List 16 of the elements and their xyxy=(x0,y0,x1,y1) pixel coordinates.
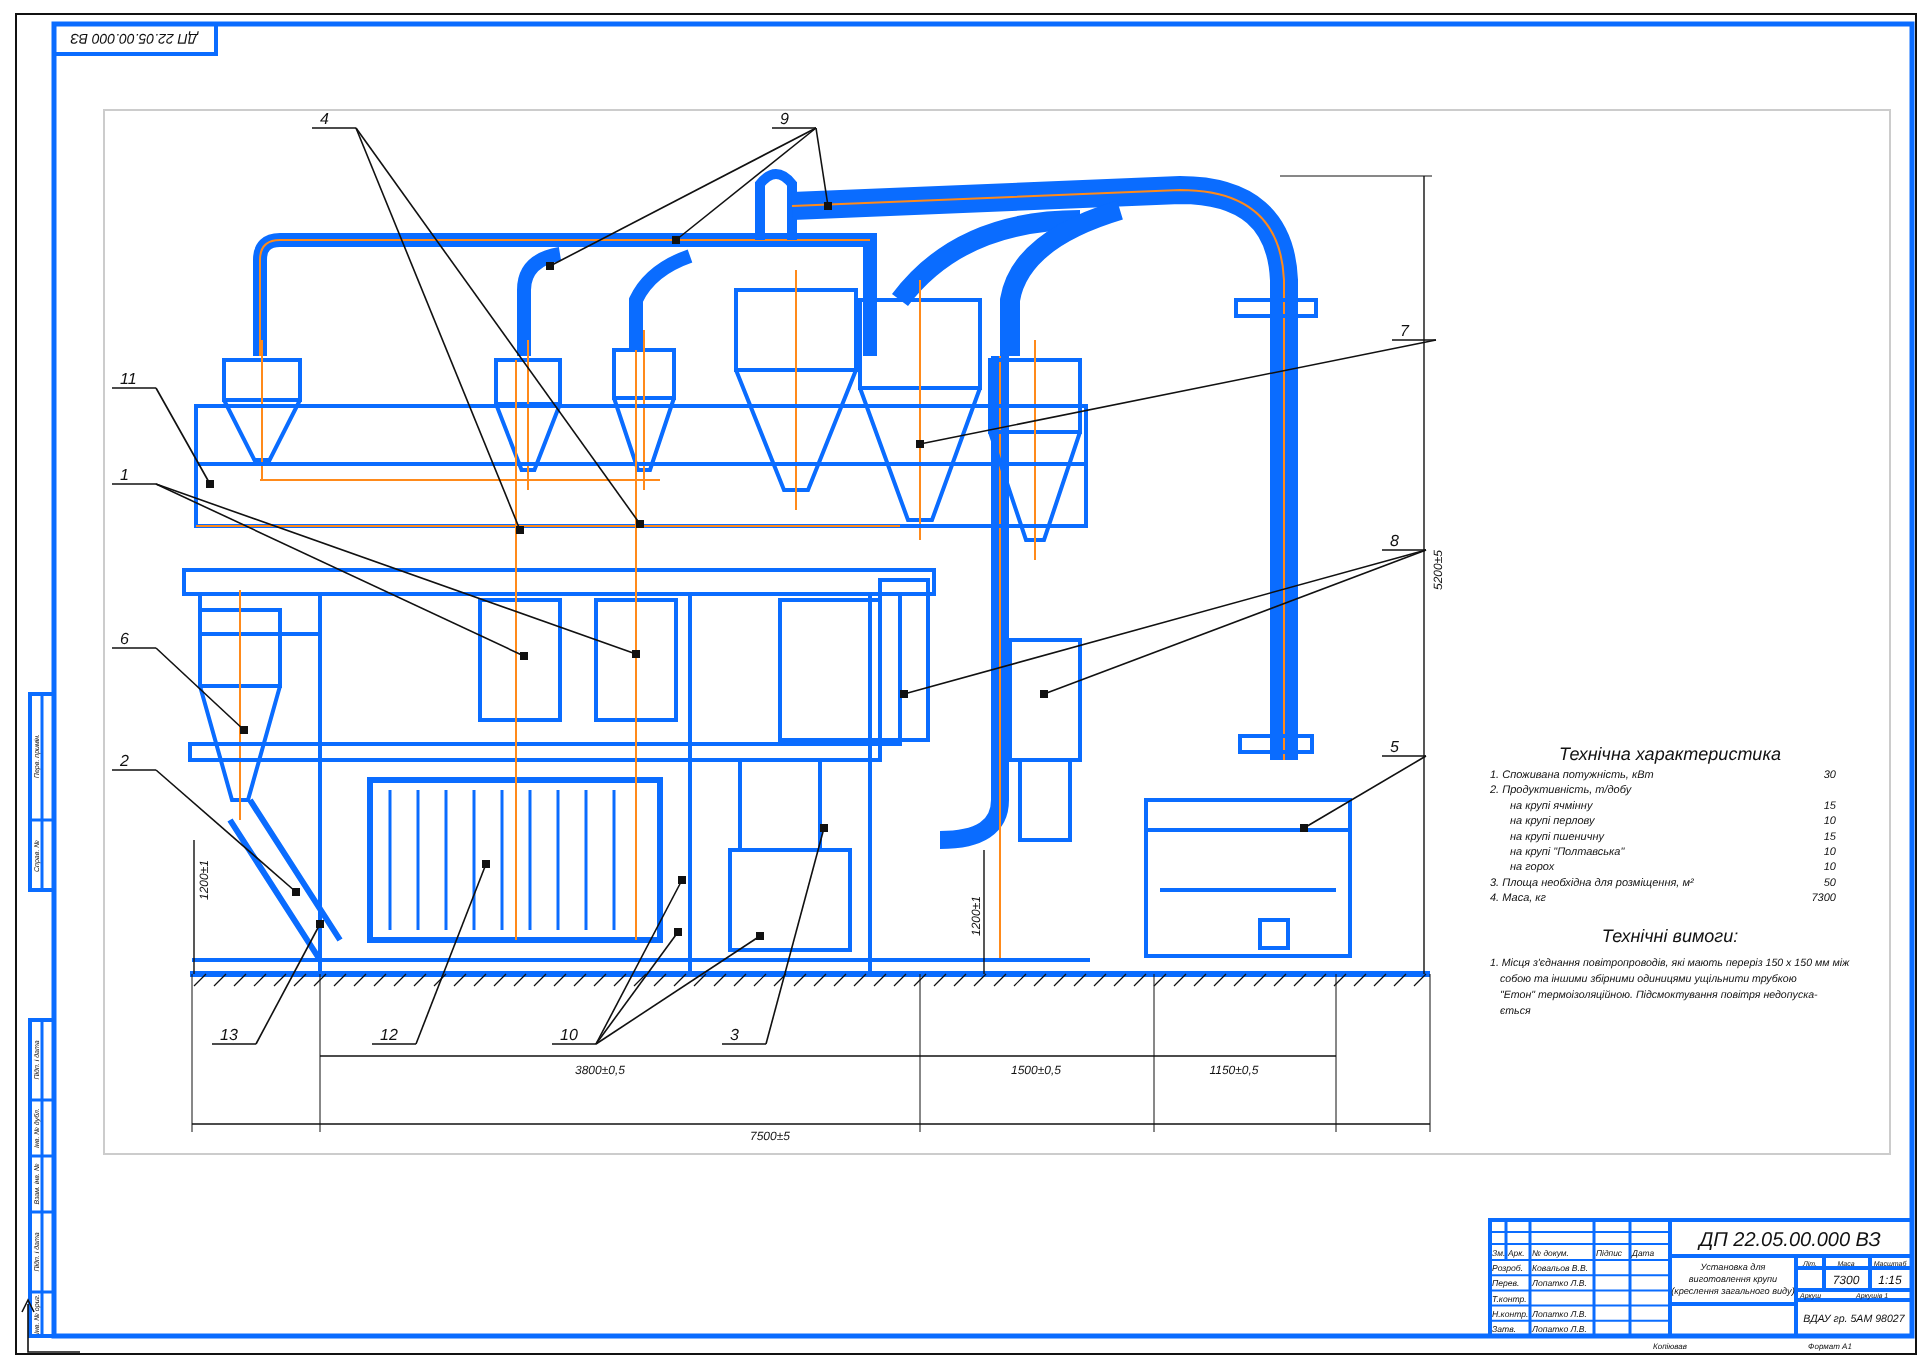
position-number: 8 xyxy=(1390,532,1399,550)
position-number: 13 xyxy=(220,1026,238,1044)
position-number: 4 xyxy=(320,110,329,128)
requirements-title: Технічні вимоги: xyxy=(1601,926,1739,946)
position-number: 12 xyxy=(380,1026,398,1044)
position-number: 11 xyxy=(120,370,137,388)
position-number: 7 xyxy=(1400,322,1409,340)
tech-specs-title: Технічна характеристика xyxy=(1559,744,1781,764)
drawing-designation: ДП 22.05.00.000 ВЗ xyxy=(1699,1230,1881,1252)
position-number: 10 xyxy=(560,1026,578,1044)
position-number: 9 xyxy=(780,110,789,128)
position-number: 1 xyxy=(120,466,129,484)
position-number: 3 xyxy=(730,1026,739,1044)
position-number: 6 xyxy=(120,630,129,648)
position-number: 5 xyxy=(1390,738,1399,756)
position-number: 2 xyxy=(120,752,129,770)
